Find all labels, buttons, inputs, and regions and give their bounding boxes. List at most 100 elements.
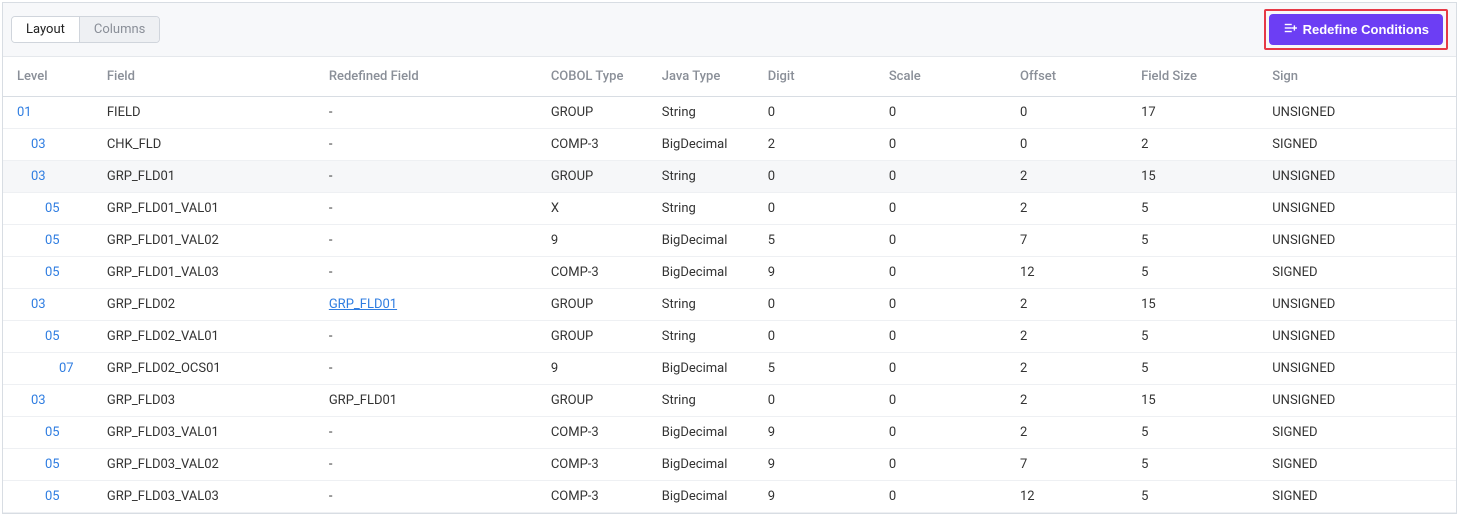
tab-columns[interactable]: Columns: [79, 17, 160, 42]
col-redefined[interactable]: Redefined Field: [321, 57, 543, 97]
cell-sign: SIGNED: [1264, 257, 1456, 289]
table-row[interactable]: 05GRP_FLD03_VAL02-COMP-3BigDecimal9075SI…: [3, 449, 1456, 481]
table-row[interactable]: 05GRP_FLD03_VAL01-COMP-3BigDecimal9025SI…: [3, 417, 1456, 449]
sign-value: UNSIGNED: [1272, 329, 1335, 344]
offset-value: 2: [1020, 393, 1027, 408]
col-size[interactable]: Field Size: [1133, 57, 1264, 97]
table-row[interactable]: 01FIELD-GROUPString00017UNSIGNED: [3, 97, 1456, 129]
level-value: 05: [45, 329, 60, 344]
table-row[interactable]: 07GRP_FLD02_OCS01-9BigDecimal5025UNSIGNE…: [3, 353, 1456, 385]
redefine-conditions-button[interactable]: Redefine Conditions: [1269, 14, 1443, 45]
offset-value: 7: [1020, 457, 1027, 472]
redefined-value: -: [329, 457, 333, 472]
size-value: 15: [1141, 297, 1156, 312]
java-value: BigDecimal: [662, 137, 728, 152]
cell-java: BigDecimal: [654, 129, 760, 161]
field-value: GRP_FLD01_VAL02: [107, 233, 219, 248]
cell-scale: 0: [881, 321, 1012, 353]
java-value: BigDecimal: [662, 361, 728, 376]
digit-value: 0: [768, 393, 775, 408]
cell-redefined: GRP_FLD01: [321, 289, 543, 321]
cell-digit: 0: [760, 193, 881, 225]
col-scale[interactable]: Scale: [881, 57, 1012, 97]
table-row[interactable]: 03GRP_FLD02GRP_FLD01GROUPString00215UNSI…: [3, 289, 1456, 321]
redefined-value: -: [329, 489, 333, 504]
redefined-value: -: [329, 137, 333, 152]
offset-value: 2: [1020, 297, 1027, 312]
sign-value: UNSIGNED: [1272, 201, 1335, 216]
field-value: CHK_FLD: [107, 137, 161, 152]
digit-value: 2: [768, 137, 775, 152]
redefined-value: -: [329, 425, 333, 440]
cell-scale: 0: [881, 449, 1012, 481]
table-row[interactable]: 05GRP_FLD01_VAL03-COMP-3BigDecimal90125S…: [3, 257, 1456, 289]
table-row[interactable]: 03GRP_FLD03GRP_FLD01GROUPString00215UNSI…: [3, 385, 1456, 417]
table-row[interactable]: 05GRP_FLD01_VAL02-9BigDecimal5075UNSIGNE…: [3, 225, 1456, 257]
tab-layout[interactable]: Layout: [12, 17, 79, 42]
cell-scale: 0: [881, 289, 1012, 321]
cell-digit: 0: [760, 321, 881, 353]
col-digit[interactable]: Digit: [760, 57, 881, 97]
java-value: BigDecimal: [662, 265, 728, 280]
table-row[interactable]: 05GRP_FLD03_VAL03-COMP-3BigDecimal90125S…: [3, 481, 1456, 513]
scale-value: 0: [889, 425, 896, 440]
cell-cobol: 9: [543, 353, 654, 385]
col-java[interactable]: Java Type: [654, 57, 760, 97]
cell-size: 5: [1133, 449, 1264, 481]
table-row[interactable]: 03GRP_FLD01-GROUPString00215UNSIGNED: [3, 161, 1456, 193]
cell-offset: 12: [1012, 257, 1133, 289]
level-value: 03: [31, 393, 46, 408]
cell-offset: 2: [1012, 385, 1133, 417]
digit-value: 9: [768, 489, 775, 504]
digit-value: 0: [768, 201, 775, 216]
cell-offset: 0: [1012, 97, 1133, 129]
toolbar: Layout Columns Redefine Conditions: [3, 3, 1456, 57]
cell-java: String: [654, 289, 760, 321]
offset-value: 2: [1020, 201, 1027, 216]
cell-java: BigDecimal: [654, 449, 760, 481]
col-level[interactable]: Level: [3, 57, 99, 97]
col-offset[interactable]: Offset: [1012, 57, 1133, 97]
col-cobol[interactable]: COBOL Type: [543, 57, 654, 97]
cell-sign: UNSIGNED: [1264, 321, 1456, 353]
cell-sign: UNSIGNED: [1264, 225, 1456, 257]
size-value: 5: [1141, 201, 1148, 216]
cell-field: GRP_FLD01_VAL02: [99, 225, 321, 257]
col-sign[interactable]: Sign: [1264, 57, 1456, 97]
table-row[interactable]: 05GRP_FLD01_VAL01-XString0025UNSIGNED: [3, 193, 1456, 225]
level-value: 05: [45, 265, 60, 280]
cobol-value: COMP-3: [551, 425, 599, 440]
cell-java: String: [654, 385, 760, 417]
scale-value: 0: [889, 105, 896, 120]
cobol-value: 9: [551, 361, 558, 376]
cell-offset: 0: [1012, 129, 1133, 161]
cell-field: FIELD: [99, 97, 321, 129]
cell-digit: 5: [760, 353, 881, 385]
cell-level: 03: [3, 129, 99, 161]
sign-value: SIGNED: [1272, 137, 1317, 152]
col-field[interactable]: Field: [99, 57, 321, 97]
cell-offset: 2: [1012, 161, 1133, 193]
cell-cobol: COMP-3: [543, 449, 654, 481]
cell-cobol: GROUP: [543, 97, 654, 129]
cobol-value: GROUP: [551, 297, 593, 312]
offset-value: 12: [1020, 265, 1035, 280]
cell-size: 5: [1133, 321, 1264, 353]
java-value: BigDecimal: [662, 489, 728, 504]
cobol-value: X: [551, 201, 559, 216]
table-row[interactable]: 03CHK_FLD-COMP-3BigDecimal2002SIGNED: [3, 129, 1456, 161]
sign-value: UNSIGNED: [1272, 233, 1335, 248]
table-row[interactable]: 05GRP_FLD02_VAL01-GROUPString0025UNSIGNE…: [3, 321, 1456, 353]
offset-value: 7: [1020, 233, 1027, 248]
cell-redefined: -: [321, 449, 543, 481]
cell-cobol: GROUP: [543, 161, 654, 193]
redefined-link[interactable]: GRP_FLD01: [329, 297, 397, 312]
sign-value: SIGNED: [1272, 425, 1317, 440]
offset-value: 2: [1020, 361, 1027, 376]
level-value: 01: [17, 105, 32, 120]
size-value: 5: [1141, 233, 1148, 248]
layout-panel: Layout Columns Redefine Conditions: [2, 2, 1457, 514]
digit-value: 0: [768, 105, 775, 120]
cell-field: GRP_FLD02: [99, 289, 321, 321]
cell-scale: 0: [881, 161, 1012, 193]
